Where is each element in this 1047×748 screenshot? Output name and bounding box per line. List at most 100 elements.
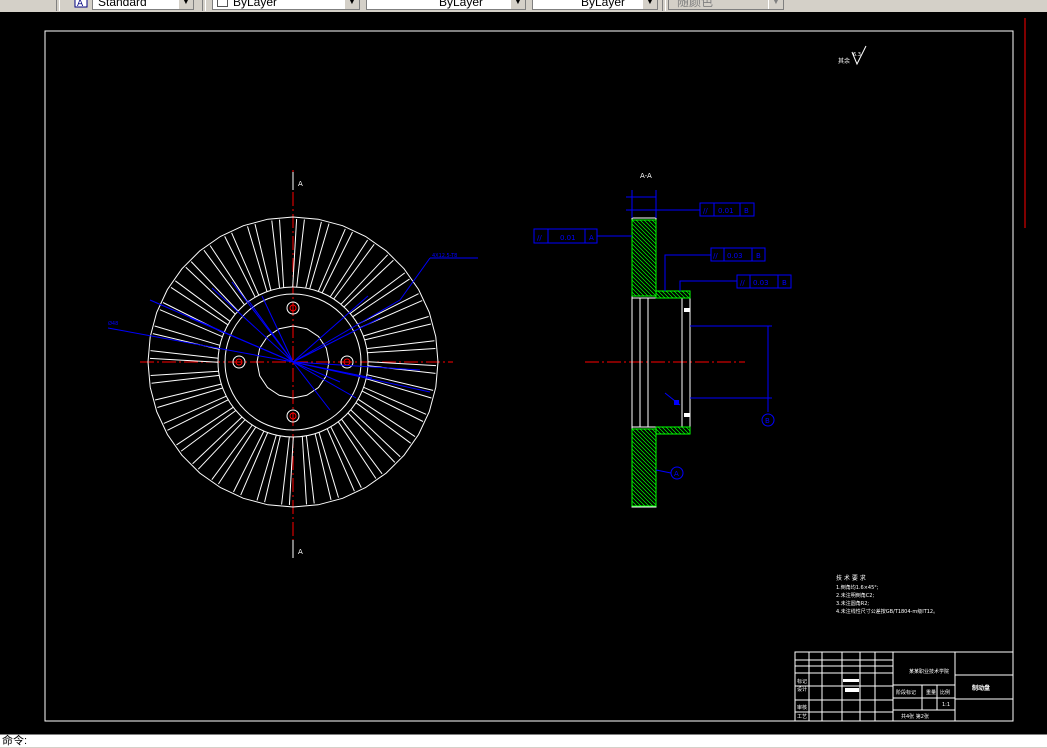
filled-cell	[845, 688, 859, 692]
dimension-line	[292, 295, 369, 363]
hatch-line	[635, 428, 657, 450]
diameter-dimensions	[107, 281, 431, 411]
vane-line	[157, 387, 223, 408]
hatch-line	[631, 496, 642, 507]
title-block: 某某职业技术学院 制动盘 阶段标记 重量 比例 1:1 共4张 第2张 标记 设…	[794, 651, 1014, 722]
linetype-combo[interactable]: ByLayer ▼	[366, 0, 526, 10]
chevron-down-icon: ▼	[768, 0, 783, 9]
section-label-bottom: A	[298, 548, 303, 556]
hatch-line	[631, 492, 646, 507]
part-name: 制动盘	[972, 684, 990, 692]
command-line[interactable]: 命令:	[0, 734, 1047, 747]
lineweight-combo[interactable]: ByLayer ▼	[532, 0, 658, 10]
roughness-symbol: 其余 6.3	[838, 45, 867, 66]
parallelism-icon: //	[703, 207, 708, 215]
vane-line	[330, 426, 362, 488]
vane-line	[163, 395, 227, 424]
sheet-outer-border	[44, 30, 1014, 722]
parallelism-icon: //	[713, 252, 718, 260]
text-style-icon[interactable]: A	[74, 0, 88, 8]
hatch-line	[681, 290, 690, 299]
parallelism-icon: //	[537, 234, 542, 242]
hatch-line	[677, 426, 686, 435]
chevron-down-icon[interactable]: ▼	[344, 0, 359, 9]
color-value: ByLayer	[233, 0, 278, 9]
front-view: A A 4X12.5-T8 Ø48	[107, 170, 478, 558]
tolerance-datum: B	[782, 279, 787, 287]
hatch-line	[631, 287, 641, 297]
row-label: 审核	[797, 704, 807, 711]
note-line: 3.未注圆角R2;	[836, 600, 869, 607]
hatch-line	[673, 426, 682, 435]
tolerance-frame-2: // 0.01 A	[533, 228, 632, 244]
hatch-line	[657, 290, 666, 299]
vane-line	[279, 219, 285, 288]
hatch-line	[685, 426, 691, 432]
tolerance-frame-1: // 0.01 B	[699, 202, 755, 217]
section-view-title: A-A	[640, 172, 652, 180]
hatch-line	[631, 500, 638, 507]
hatch-line	[677, 290, 686, 299]
section-view: A-A // 0.01 B // 0.01 A // 0.03 B // 0.0…	[533, 172, 792, 508]
vane-line	[209, 245, 249, 303]
chevron-down-icon[interactable]: ▼	[642, 0, 657, 9]
hatch-line	[631, 275, 653, 297]
tolerance-datum: B	[756, 252, 761, 260]
bolt-hole-section	[684, 413, 690, 417]
vane-line	[305, 435, 315, 504]
notes-title: 技 术 要 求	[836, 574, 866, 582]
chevron-down-icon[interactable]: ▼	[510, 0, 525, 9]
hatch-line	[639, 219, 657, 237]
note-line: 1.倒角均1.6×45°;	[836, 584, 879, 591]
tolerance-value: 0.01	[560, 234, 576, 242]
bolt-hole-callout: 4X12.5-T8	[432, 253, 457, 259]
vane-line	[366, 374, 434, 391]
diameter-callout: Ø48	[108, 320, 118, 327]
vane-line	[151, 374, 220, 384]
svg-text:A: A	[77, 0, 84, 8]
vane-line	[288, 436, 294, 506]
row-label: 设计	[797, 686, 807, 693]
hatch-line	[685, 290, 691, 296]
hatch-line	[647, 428, 657, 438]
hatch-line	[669, 426, 678, 435]
layer-color-combo[interactable]: ByLayer ▼	[212, 0, 360, 10]
drawing-canvas[interactable]: 其余 6.3 A A 4X12.5-T8 Ø48 A-A // 0.01 B /…	[0, 12, 1047, 734]
vane-line	[247, 226, 268, 292]
hatch-line	[681, 426, 690, 435]
hatch-line	[639, 428, 657, 446]
technical-requirements: 技 术 要 求 1.倒角均1.6×45°; 2.未注明倒角C2; 3.未注圆角R…	[836, 574, 938, 615]
text-style-value: Standard	[98, 0, 147, 9]
vane-line	[176, 406, 234, 446]
cad-drawing[interactable]: 其余 6.3 A A 4X12.5-T8 Ø48 A-A // 0.01 B /…	[0, 12, 1047, 734]
note-line: 4.未注线性尺寸公差按GB/T1804-m级IT12。	[836, 608, 938, 615]
tolerance-value: 0.03	[727, 252, 743, 260]
note-line: 2.未注明倒角C2;	[836, 592, 874, 599]
vane-line	[256, 434, 277, 501]
tolerance-value: 0.01	[718, 207, 734, 215]
hatch-line	[651, 428, 657, 434]
toolbar-separator	[202, 0, 206, 11]
hatch-line	[631, 484, 654, 507]
vane-line	[224, 236, 256, 298]
hatch-line	[651, 219, 657, 225]
lineweight-value: ByLayer	[581, 0, 626, 9]
vane-line	[240, 432, 269, 496]
vane-line	[296, 219, 305, 288]
vane-line	[317, 228, 346, 292]
hatch-line	[657, 426, 666, 435]
stage-label: 阶段标记	[896, 689, 916, 696]
datum-b-label: B	[765, 417, 770, 425]
dimension-line	[292, 317, 381, 363]
tolerance-frame-4: // 0.03 B	[679, 274, 792, 291]
vane-line	[314, 433, 332, 501]
vane-line	[217, 426, 257, 485]
hatch-line	[669, 290, 678, 299]
text-style-combo[interactable]: Standard ▼	[92, 0, 194, 10]
vane-line	[309, 223, 330, 290]
vane-line	[367, 365, 436, 374]
chevron-down-icon[interactable]: ▼	[178, 0, 193, 9]
plot-style-value: 随颜色	[677, 0, 714, 9]
row-label: 标记	[797, 678, 807, 685]
vane-line	[363, 386, 427, 415]
